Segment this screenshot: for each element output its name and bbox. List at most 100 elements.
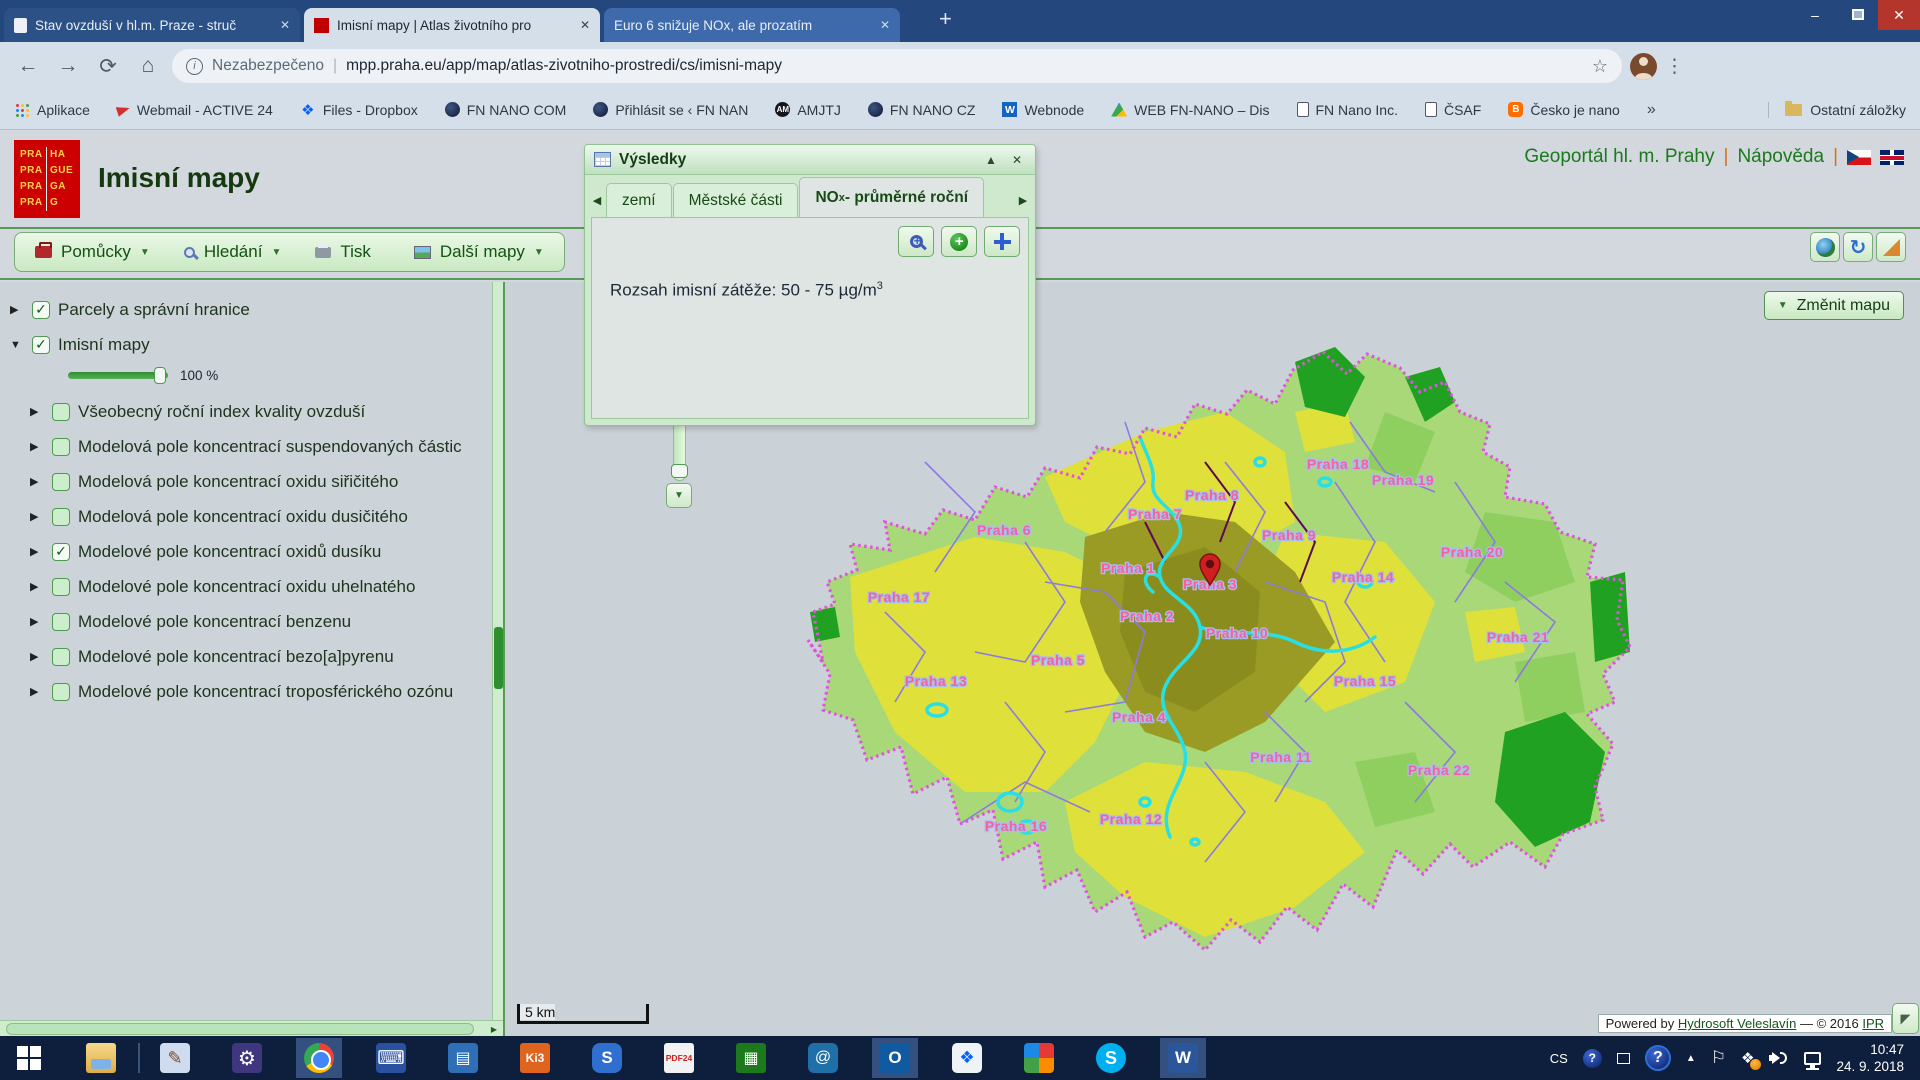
bookmark-item[interactable]: Webmail - ACTIVE 24 <box>117 102 273 118</box>
browser-menu-icon[interactable]: ⋮ <box>1665 55 1685 78</box>
overview-globe-button[interactable] <box>1810 232 1840 262</box>
new-tab-button[interactable]: + <box>939 6 952 32</box>
layer-checkbox[interactable]: ✓ <box>32 301 50 319</box>
bookmark-item[interactable]: WEB FN-NANO – Dis <box>1111 102 1269 118</box>
settings-icon[interactable]: ⚙ <box>224 1038 270 1078</box>
layer-label[interactable]: Modelová pole koncentrací suspendovaných… <box>78 437 462 457</box>
expand-arrow-icon[interactable]: ▶ <box>30 510 44 523</box>
scrollbar-thumb[interactable] <box>494 627 503 689</box>
tab-close-icon[interactable]: ✕ <box>580 18 590 32</box>
taskbar-divider[interactable] <box>138 1043 140 1073</box>
layer-item[interactable]: ▶✓Parcely a správní hranice <box>10 292 499 327</box>
reload-icon[interactable]: ⟳ <box>92 54 124 79</box>
flag-tray-icon[interactable]: ⚐ <box>1711 1048 1726 1068</box>
pdf24-icon[interactable]: PDF24 <box>656 1038 702 1078</box>
results-tab[interactable]: NOx - průměrné roční <box>799 177 984 217</box>
layer-checkbox[interactable] <box>52 648 70 666</box>
bookmark-item[interactable]: AM AMJTJ <box>775 102 841 118</box>
bookmark-item[interactable]: FN Nano Inc. <box>1297 102 1398 118</box>
close-icon[interactable]: ✕ <box>1008 153 1026 167</box>
minimize-button[interactable]: – <box>1794 0 1836 30</box>
layer-checkbox[interactable] <box>52 613 70 631</box>
hydrosoft-link[interactable]: Hydrosoft Veleslavín <box>1678 1016 1797 1031</box>
ipr-link[interactable]: IPR <box>1862 1016 1884 1031</box>
tools-menu[interactable]: Pomůcky ▼ <box>35 242 150 262</box>
expand-arrow-icon[interactable]: ▶ <box>30 475 44 488</box>
expand-arrow-icon[interactable]: ▶ <box>30 580 44 593</box>
czech-flag-icon[interactable] <box>1847 150 1871 165</box>
expand-arrow-icon[interactable]: ▶ <box>30 615 44 628</box>
bookmark-star-icon[interactable]: ☆ <box>1592 56 1608 77</box>
geoportal-link[interactable]: Geoportál hl. m. Prahy <box>1524 146 1714 168</box>
other-bookmarks-label[interactable]: Ostatní záložky <box>1810 102 1906 118</box>
calculator-icon[interactable]: ▦ <box>728 1038 774 1078</box>
layer-checkbox[interactable]: ✓ <box>32 336 50 354</box>
reset-view-button[interactable]: ↻ <box>1843 232 1873 262</box>
add-result-button[interactable]: + <box>941 226 977 257</box>
tabs-scroll-right[interactable]: ▶ <box>1015 194 1031 217</box>
layer-label[interactable]: Modelové pole koncentrací oxidu uhelnaté… <box>78 577 415 597</box>
expand-arrow-icon[interactable]: ▶ <box>30 685 44 698</box>
layer-item[interactable]: ▶ ✓ Modelové pole koncentrací oxidů dusíku <box>10 534 499 569</box>
layer-label[interactable]: Modelové pole koncentrací oxidů dusíku <box>78 542 381 562</box>
tab-close-icon[interactable]: ✕ <box>880 18 890 32</box>
layer-label[interactable]: Parcely a správní hranice <box>58 300 250 320</box>
hidden-icons-chevron[interactable]: ▲ <box>1686 1053 1696 1064</box>
bookmark-item[interactable]: FN NANO CZ <box>868 102 976 118</box>
help-link[interactable]: Nápověda <box>1737 146 1824 168</box>
tab-close-icon[interactable]: ✕ <box>280 18 290 32</box>
layer-item[interactable]: ▶Modelové pole koncentrací bezo[a]pyrenu <box>10 639 499 674</box>
layer-label[interactable]: Modelová pole koncentrací oxidu dusičité… <box>78 507 408 527</box>
search-menu[interactable]: Hledání ▼ <box>184 242 282 262</box>
paint-icon[interactable]: ✎ <box>152 1038 198 1078</box>
network-tray-icon[interactable] <box>1804 1052 1821 1065</box>
url-text[interactable]: mpp.praha.eu/app/map/atlas-zivotniho-pro… <box>346 57 1583 75</box>
expand-arrow-icon[interactable]: ▶ <box>30 545 44 558</box>
layer-item[interactable]: ▼✓Imisní mapy <box>10 327 499 362</box>
zoom-to-result-button[interactable] <box>898 226 934 257</box>
layer-checkbox[interactable] <box>52 473 70 491</box>
browser-tab[interactable]: Imisní mapy | Atlas životního pro ✕ <box>304 8 600 42</box>
help-tray-icon-large[interactable]: ? <box>1645 1045 1671 1071</box>
skype-icon[interactable]: S <box>1088 1038 1134 1078</box>
bookmark-item[interactable]: ❖ Files - Dropbox <box>300 102 418 118</box>
bookmark-item[interactable]: Přihlásit se ‹ FN NAN <box>593 102 748 118</box>
opacity-slider[interactable]: 100 % <box>68 362 499 388</box>
measure-button[interactable] <box>1876 232 1906 262</box>
change-map-button[interactable]: ▼ Změnit mapu <box>1764 291 1904 320</box>
sidebar-horizontal-scrollbar[interactable]: ▶ <box>0 1020 503 1036</box>
taskbar-clock[interactable]: 10:47 24. 9. 2018 <box>1836 1041 1904 1075</box>
layer-item[interactable]: ▶ Modelová pole koncentrací oxidu dusičit… <box>10 499 499 534</box>
layer-item[interactable]: ▶Modelové pole koncentrací benzenu <box>10 604 499 639</box>
audio-recorder-icon[interactable]: @ <box>800 1038 846 1078</box>
home-icon[interactable]: ⌂ <box>132 54 164 78</box>
tabs-scroll-left[interactable]: ◀ <box>589 194 605 217</box>
forward-icon[interactable]: → <box>52 54 84 78</box>
bookmark-item[interactable]: Aplikace <box>14 102 90 118</box>
sidebar-vertical-scrollbar[interactable] <box>492 282 503 1020</box>
close-button[interactable]: ✕ <box>1878 0 1920 30</box>
collapse-icon[interactable]: ▲ <box>982 153 1000 167</box>
info-icon[interactable]: i <box>186 58 203 75</box>
file-explorer-icon[interactable] <box>78 1038 124 1078</box>
layer-checkbox[interactable] <box>52 438 70 456</box>
expand-arrow-icon[interactable]: ▶ <box>30 405 44 418</box>
layer-checkbox[interactable] <box>52 683 70 701</box>
expand-arrow-icon[interactable]: ▼ <box>10 339 24 351</box>
chrome-icon[interactable] <box>296 1038 342 1078</box>
zoom-out-button[interactable]: ▼ <box>666 483 692 508</box>
expand-arrow-icon[interactable]: ▶ <box>30 440 44 453</box>
expand-arrow-icon[interactable]: ▶ <box>30 650 44 663</box>
scrollbar-thumb[interactable] <box>6 1023 474 1035</box>
layer-checkbox[interactable] <box>52 508 70 526</box>
bookmark-item[interactable]: FN NANO COM <box>445 102 567 118</box>
avg-icon[interactable] <box>1016 1038 1062 1078</box>
browser-tab[interactable]: Stav ovzduší v hl.m. Praze - struč ✕ <box>4 8 300 42</box>
layer-item[interactable]: ▶Modelová pole koncentrací oxidu siřičit… <box>10 464 499 499</box>
bookmark-item[interactable]: B Česko je nano <box>1508 102 1620 118</box>
layer-checkbox[interactable] <box>52 403 70 421</box>
layer-checkbox[interactable]: ✓ <box>52 543 70 561</box>
back-icon[interactable]: ← <box>12 54 44 78</box>
system-monitor-icon[interactable]: ▤ <box>440 1038 486 1078</box>
print-button[interactable]: Tisk <box>315 242 380 262</box>
